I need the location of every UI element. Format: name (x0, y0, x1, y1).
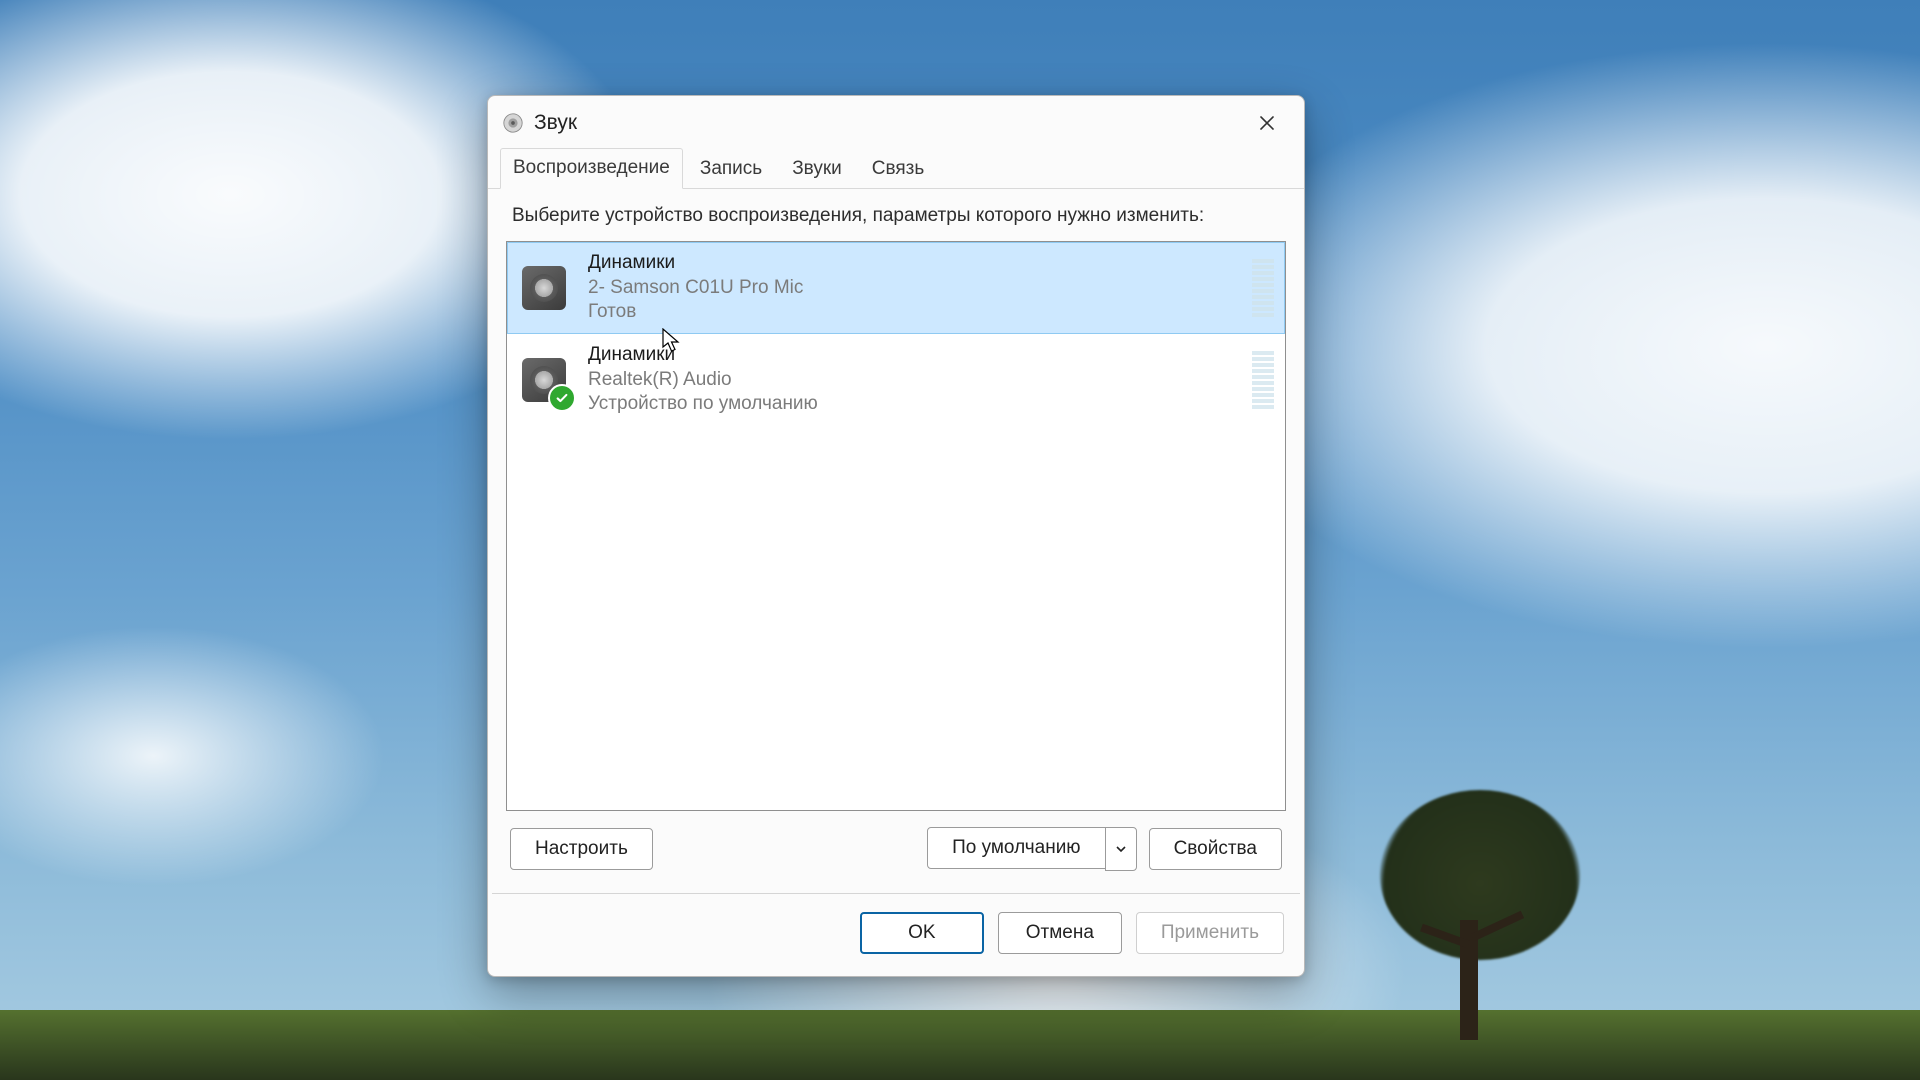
sound-app-icon (502, 112, 524, 134)
device-status: Устройство по умолчанию (588, 392, 1234, 417)
speaker-icon (518, 262, 570, 314)
cancel-button[interactable]: Отмена (998, 912, 1122, 954)
device-item[interactable]: Динамики Realtek(R) Audio Устройство по … (507, 334, 1285, 426)
close-icon (1259, 115, 1275, 131)
device-subtitle: 2- Samson C01U Pro Mic (588, 276, 1234, 301)
apply-button[interactable]: Применить (1136, 912, 1284, 954)
titlebar[interactable]: Звук (488, 96, 1304, 150)
tab-comm[interactable]: Связь (859, 149, 938, 189)
tab-label: Звуки (792, 158, 842, 179)
device-actions-row: Настроить По умолчанию Свойства (506, 811, 1286, 881)
tab-playback[interactable]: Воспроизведение (500, 148, 683, 189)
set-default-split-button[interactable]: По умолчанию (927, 827, 1137, 871)
device-title: Динамики (588, 251, 1234, 276)
window-title: Звук (534, 111, 577, 135)
close-button[interactable] (1238, 103, 1296, 143)
tab-sounds[interactable]: Звуки (779, 149, 855, 189)
device-text: Динамики Realtek(R) Audio Устройство по … (588, 343, 1234, 417)
ground (0, 1010, 1920, 1080)
properties-button[interactable]: Свойства (1149, 828, 1282, 870)
device-text: Динамики 2- Samson C01U Pro Mic Готов (588, 251, 1234, 325)
tab-strip: Воспроизведение Запись Звуки Связь (488, 150, 1304, 189)
set-default-dropdown[interactable] (1105, 827, 1137, 871)
configure-button[interactable]: Настроить (510, 828, 653, 870)
device-subtitle: Realtek(R) Audio (588, 368, 1234, 393)
speaker-icon (518, 354, 570, 406)
tab-label: Запись (700, 158, 762, 179)
set-default-button[interactable]: По умолчанию (927, 827, 1106, 869)
default-badge-icon (548, 384, 576, 412)
sound-dialog: Звук Воспроизведение Запись Звуки Связь … (487, 95, 1305, 977)
ok-button[interactable]: OK (860, 912, 984, 954)
tab-recording[interactable]: Запись (687, 149, 775, 189)
tab-body-playback: Выберите устройство воспроизведения, пар… (488, 189, 1304, 893)
level-meter (1252, 351, 1274, 409)
device-title: Динамики (588, 343, 1234, 368)
device-list[interactable]: Динамики 2- Samson C01U Pro Mic Готов (506, 241, 1286, 811)
instruction-text: Выберите устройство воспроизведения, пар… (512, 205, 1280, 227)
tab-label: Воспроизведение (513, 157, 670, 178)
tab-label: Связь (872, 158, 925, 179)
device-item[interactable]: Динамики 2- Samson C01U Pro Mic Готов (507, 242, 1285, 334)
level-meter (1252, 259, 1274, 317)
dialog-footer: OK Отмена Применить (488, 894, 1304, 976)
chevron-down-icon (1115, 843, 1127, 855)
tree (1360, 780, 1580, 1040)
device-status: Готов (588, 300, 1234, 325)
